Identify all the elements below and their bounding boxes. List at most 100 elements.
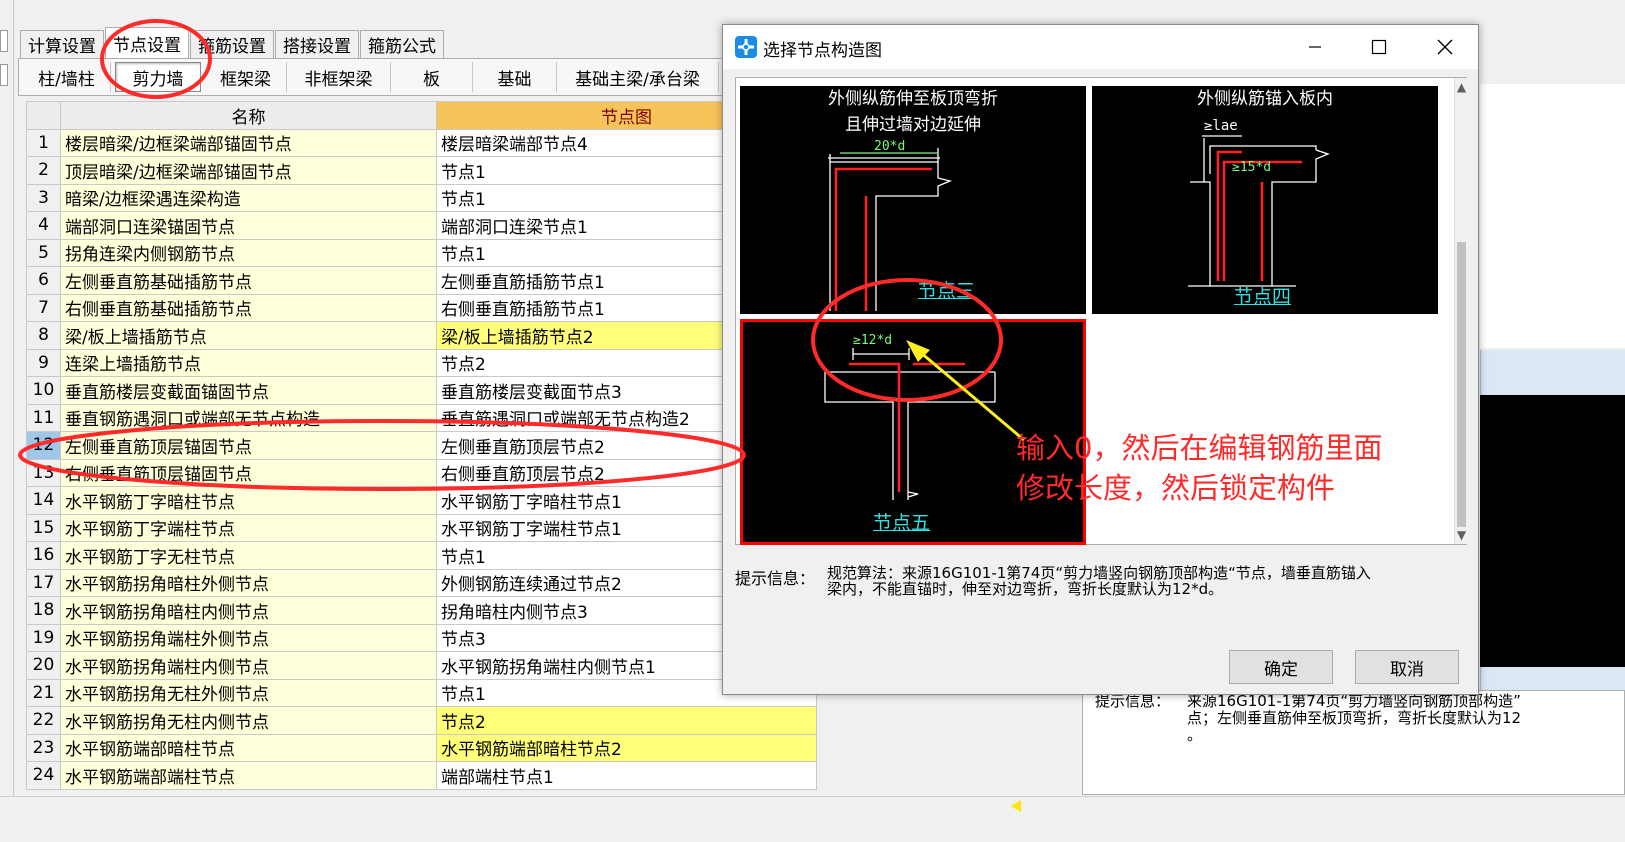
node-name-cell[interactable]: 水平钢筋拐角无柱内侧节点 — [60, 706, 437, 735]
tab-lap-settings[interactable]: 搭接设置 — [275, 30, 359, 58]
table-row[interactable]: 22 水平钢筋拐角无柱内侧节点 节点2 — [26, 706, 817, 735]
gallery-scrollbar[interactable]: ▲ ▼ — [1454, 78, 1467, 544]
node-name-cell[interactable]: 水平钢筋拐角暗柱内侧节点 — [60, 596, 437, 625]
row-number[interactable]: 21 — [26, 678, 61, 707]
node-three-thumbnail[interactable]: 20*d 外侧纵筋伸至板顶弯折 且伸过墙对边延伸 节点三 — [740, 86, 1086, 314]
table-row[interactable]: 12 左侧垂直筋顶层锚固节点 左侧垂直筋顶层节点2 — [26, 431, 817, 460]
row-number[interactable]: 4 — [26, 211, 61, 240]
cancel-button[interactable]: 取消 — [1355, 650, 1459, 684]
table-row[interactable]: 15 水平钢筋丁字端柱节点 水平钢筋丁字端柱节点1 — [26, 513, 817, 542]
row-number[interactable]: 14 — [26, 486, 61, 515]
node-name-cell[interactable]: 顶层暗梁/边框梁端部锚固节点 — [60, 156, 437, 185]
row-number[interactable]: 24 — [26, 761, 61, 790]
maximize-button[interactable] — [1347, 25, 1411, 69]
node-diagram-cell[interactable]: 端部端柱节点1 — [436, 761, 817, 790]
scroll-down-icon[interactable]: ▼ — [1455, 528, 1468, 542]
node-name-cell[interactable]: 暗梁/边框梁遇连梁构造 — [60, 183, 437, 212]
table-row[interactable]: 23 水平钢筋端部暗柱节点 水平钢筋端部暗柱节点2 — [26, 733, 817, 762]
table-row[interactable]: 13 右侧垂直筋顶层锚固节点 右侧垂直筋顶层节点2 — [26, 458, 817, 487]
row-number[interactable]: 20 — [26, 651, 61, 680]
node-name-cell[interactable]: 梁/板上墙插筋节点 — [60, 321, 437, 350]
table-row[interactable]: 4 端部洞口连梁锚固节点 端部洞口连梁节点1 — [26, 211, 817, 240]
close-button[interactable] — [1413, 25, 1477, 69]
node-name-cell[interactable]: 拐角连梁内侧钢筋节点 — [60, 238, 437, 267]
table-row[interactable]: 18 水平钢筋拐角暗柱内侧节点 拐角暗柱内侧节点3 — [26, 596, 817, 625]
row-number[interactable]: 17 — [26, 568, 61, 597]
row-number[interactable]: 16 — [26, 541, 61, 570]
row-number[interactable]: 9 — [26, 348, 61, 377]
table-row[interactable]: 9 连梁上墙插筋节点 节点2 — [26, 348, 817, 377]
row-number[interactable]: 10 — [26, 376, 61, 405]
row-number[interactable]: 18 — [26, 596, 61, 625]
row-number[interactable]: 2 — [26, 156, 61, 185]
node-name-cell[interactable]: 左侧垂直筋基础插筋节点 — [60, 266, 437, 295]
row-number[interactable]: 11 — [26, 403, 61, 432]
row-number[interactable]: 6 — [26, 266, 61, 295]
table-row[interactable]: 5 拐角连梁内侧钢筋节点 节点1 — [26, 238, 817, 267]
table-row[interactable]: 24 水平钢筋端部端柱节点 端部端柱节点1 — [26, 761, 817, 790]
row-number[interactable]: 5 — [26, 238, 61, 267]
node-name-cell[interactable]: 水平钢筋拐角无柱外侧节点 — [60, 678, 437, 707]
node-diagram-cell[interactable]: 水平钢筋端部暗柱节点2 — [436, 733, 817, 762]
row-number[interactable]: 23 — [26, 733, 61, 762]
scroll-up-icon[interactable]: ▲ — [1455, 80, 1468, 94]
node-name-cell[interactable]: 垂直筋楼层变截面锚固节点 — [60, 376, 437, 405]
node-name-cell[interactable]: 右侧垂直筋顶层锚固节点 — [60, 458, 437, 487]
minimize-button[interactable] — [1283, 25, 1347, 69]
row-number[interactable]: 13 — [26, 458, 61, 487]
row-number[interactable]: 22 — [26, 706, 61, 735]
node-name-cell[interactable]: 水平钢筋丁字暗柱节点 — [60, 486, 437, 515]
table-row[interactable]: 19 水平钢筋拐角端柱外侧节点 节点3 — [26, 623, 817, 652]
splitter-arrow-icon[interactable] — [1011, 800, 1021, 812]
node-diagram-cell[interactable]: 节点2 — [436, 706, 817, 735]
subtab-foundation-main-beam[interactable]: 基础主梁/承台梁 — [557, 62, 719, 92]
table-row[interactable]: 6 左侧垂直筋基础插筋节点 左侧垂直筋插筋节点1 — [26, 266, 817, 295]
node-name-cell[interactable]: 水平钢筋拐角端柱内侧节点 — [60, 651, 437, 680]
node-name-cell[interactable]: 水平钢筋端部暗柱节点 — [60, 733, 437, 762]
dialog-titlebar[interactable]: 选择节点构造图 — [723, 25, 1478, 69]
node-name-cell[interactable]: 左侧垂直筋顶层锚固节点 — [60, 431, 437, 460]
node-four-thumbnail[interactable]: ≥lae ≥15*d 外侧纵筋锚入板内 节点四 — [1092, 86, 1438, 314]
table-row[interactable]: 14 水平钢筋丁字暗柱节点 水平钢筋丁字暗柱节点1 — [26, 486, 817, 515]
subtab-column-wall-column[interactable]: 柱/墙柱 — [23, 62, 111, 92]
table-row[interactable]: 3 暗梁/边框梁遇连梁构造 节点1 — [26, 183, 817, 212]
table-row[interactable]: 11 垂直钢筋遇洞口或端部无节点构造 垂直筋遇洞口或端部无节点构造2 — [26, 403, 817, 432]
row-number[interactable]: 19 — [26, 623, 61, 652]
node-name-cell[interactable]: 水平钢筋端部端柱节点 — [60, 761, 437, 790]
scroll-thumb[interactable] — [1457, 242, 1466, 527]
row-number[interactable]: 12 — [26, 431, 61, 460]
node-name-cell[interactable]: 连梁上墙插筋节点 — [60, 348, 437, 377]
row-number[interactable]: 1 — [26, 128, 61, 157]
tab-node-settings[interactable]: 节点设置 — [105, 27, 189, 59]
subtab-foundation[interactable]: 基础 — [473, 62, 557, 92]
row-number[interactable]: 8 — [26, 321, 61, 350]
table-row[interactable]: 21 水平钢筋拐角无柱外侧节点 节点1 — [26, 678, 817, 707]
table-row[interactable]: 16 水平钢筋丁字无柱节点 节点1 — [26, 541, 817, 570]
node-name-cell[interactable]: 水平钢筋拐角暗柱外侧节点 — [60, 568, 437, 597]
node-name-cell[interactable]: 水平钢筋丁字无柱节点 — [60, 541, 437, 570]
subtab-frame-beam[interactable]: 框架梁 — [205, 62, 287, 92]
table-row[interactable]: 8 梁/板上墙插筋节点 梁/板上墙插筋节点2 — [26, 321, 817, 350]
table-row[interactable]: 17 水平钢筋拐角暗柱外侧节点 外侧钢筋连续通过节点2 — [26, 568, 817, 597]
table-row[interactable]: 20 水平钢筋拐角端柱内侧节点 水平钢筋拐角端柱内侧节点1 — [26, 651, 817, 680]
table-row[interactable]: 10 垂直筋楼层变截面锚固节点 垂直筋楼层变截面节点3 — [26, 376, 817, 405]
row-number[interactable]: 3 — [26, 183, 61, 212]
table-row[interactable]: 1 楼层暗梁/边框梁端部锚固节点 楼层暗梁端部节点4 — [26, 128, 817, 157]
node-name-cell[interactable]: 水平钢筋丁字端柱节点 — [60, 513, 437, 542]
table-row[interactable]: 2 顶层暗梁/边框梁端部锚固节点 节点1 — [26, 156, 817, 185]
name-column-header[interactable]: 名称 — [60, 101, 437, 130]
subtab-non-frame-beam[interactable]: 非框架梁 — [287, 62, 391, 92]
tab-calc-settings[interactable]: 计算设置 — [20, 30, 104, 58]
node-name-cell[interactable]: 水平钢筋拐角端柱外侧节点 — [60, 623, 437, 652]
node-name-cell[interactable]: 垂直钢筋遇洞口或端部无节点构造 — [60, 403, 437, 432]
tab-stirrup-formula[interactable]: 箍筋公式 — [360, 30, 444, 58]
tab-stirrup-settings[interactable]: 箍筋设置 — [190, 30, 274, 58]
ok-button[interactable]: 确定 — [1229, 650, 1333, 684]
row-number[interactable]: 7 — [26, 293, 61, 322]
subtab-shear-wall[interactable]: 剪力墙 — [115, 62, 201, 92]
table-row[interactable]: 7 右侧垂直筋基础插筋节点 右侧垂直筋插筋节点1 — [26, 293, 817, 322]
node-name-cell[interactable]: 右侧垂直筋基础插筋节点 — [60, 293, 437, 322]
node-name-cell[interactable]: 楼层暗梁/边框梁端部锚固节点 — [60, 128, 437, 157]
node-name-cell[interactable]: 端部洞口连梁锚固节点 — [60, 211, 437, 240]
subtab-slab[interactable]: 板 — [391, 62, 473, 92]
